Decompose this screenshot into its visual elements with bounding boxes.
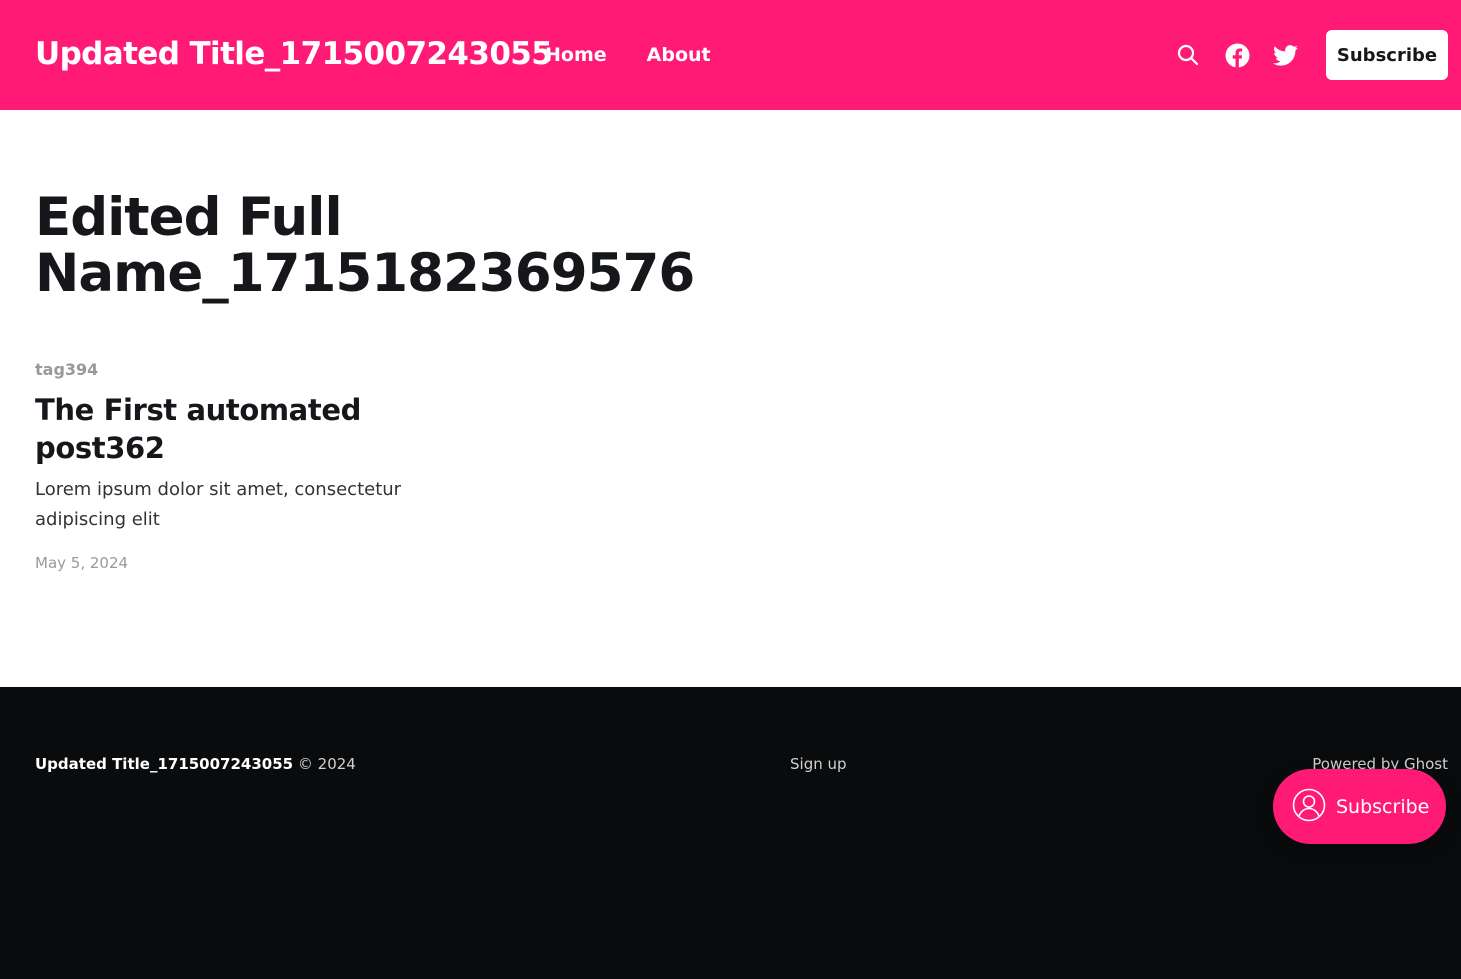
- user-circle-icon: [1292, 788, 1326, 826]
- post-tag[interactable]: tag394: [35, 360, 435, 379]
- footer-copyright-year: © 2024: [297, 755, 356, 773]
- post-excerpt: Lorem ipsum dolor sit amet, consectetur …: [35, 479, 402, 530]
- portal-subscribe-button[interactable]: Subscribe: [1273, 769, 1446, 844]
- footer-copyright: Updated Title_1715007243055 © 2024: [35, 755, 356, 773]
- page-title: Edited Full Name_1715182369576: [35, 187, 695, 304]
- facebook-icon[interactable]: [1224, 42, 1250, 68]
- site-footer: Updated Title_1715007243055 © 2024 Sign …: [0, 687, 1461, 979]
- nav-item-about[interactable]: About: [647, 44, 711, 66]
- portal-subscribe-label: Subscribe: [1336, 795, 1430, 818]
- footer-signup-link[interactable]: Sign up: [790, 755, 847, 773]
- search-icon[interactable]: [1175, 42, 1201, 68]
- subscribe-button[interactable]: Subscribe: [1326, 30, 1448, 80]
- main-nav: Home About: [545, 44, 711, 66]
- site-header: Updated Title_1715007243055 Home About S…: [0, 0, 1461, 110]
- twitter-icon[interactable]: [1272, 42, 1298, 68]
- nav-item-home[interactable]: Home: [545, 44, 607, 66]
- footer-site-title[interactable]: Updated Title_1715007243055: [35, 755, 293, 773]
- site-title[interactable]: Updated Title_1715007243055: [35, 36, 553, 72]
- post-title[interactable]: The First automated post362: [35, 391, 435, 467]
- post-card[interactable]: tag394 The First automated post362 Lorem…: [35, 360, 435, 572]
- post-date: May 5, 2024: [35, 554, 129, 572]
